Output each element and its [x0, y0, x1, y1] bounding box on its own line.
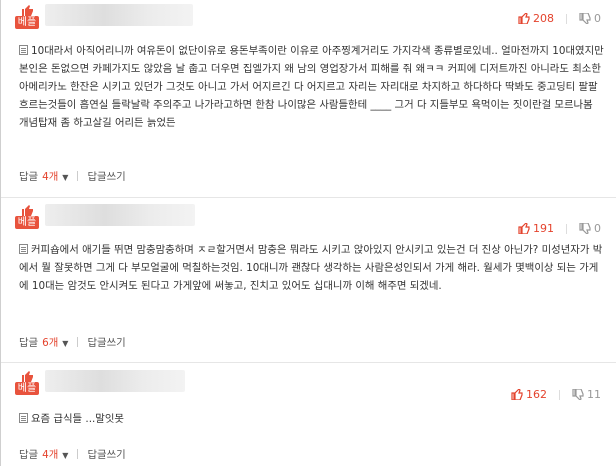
thumbs-down-icon — [579, 13, 591, 24]
reply-separator — [77, 448, 79, 459]
vote-buttons: 208 0 — [518, 12, 601, 25]
upvote-button[interactable]: 191 — [518, 222, 554, 235]
reply-write-button[interactable]: 답글쓰기 — [87, 168, 125, 183]
upvote-button[interactable]: 208 — [518, 12, 554, 25]
reply-bar: 답글 4개 ▼ 답글쓰기 — [19, 168, 126, 183]
vote-buttons: 191 0 — [518, 222, 601, 235]
comment-text: 커피숍에서 애기들 뛰면 맘충맘충하며 ㅈㄹ할거면서 맘충은 뭐라도 시키고 앉… — [19, 244, 603, 292]
reply-toggle[interactable]: 답글 4개 ▼ — [19, 168, 68, 183]
thumbs-down-icon — [572, 389, 584, 400]
reply-toggle[interactable]: 답글 6개 ▼ — [19, 334, 68, 349]
username-blurred — [45, 4, 193, 26]
document-icon — [19, 413, 28, 423]
reply-bar: 답글 6개 ▼ 답글쓰기 — [19, 334, 126, 349]
comment-text: 요즘 급식들 ...말잇못 — [31, 413, 124, 425]
best-tag: 베플 — [15, 16, 39, 29]
thumbs-up-badge-icon — [22, 205, 33, 216]
reply-write-button[interactable]: 답글쓰기 — [87, 334, 125, 349]
reply-label: 답글 — [19, 171, 39, 183]
comment-item: 베플 191 0 커피숍에서 애기들 뛰면 맘충맘충하며 ㅈㄹ할거면서 맘충은 … — [1, 200, 616, 349]
downvote-button[interactable]: 0 — [579, 12, 601, 25]
caret-down-icon: ▼ — [62, 339, 69, 348]
reply-separator — [77, 170, 79, 181]
thumbs-up-icon — [518, 223, 530, 234]
document-icon — [19, 244, 28, 254]
reply-write-button[interactable]: 답글쓰기 — [87, 446, 125, 461]
comment-text: 10대라서 아직어리니까 여유돈이 없단이유로 용돈부족이란 이유로 아주찡계거… — [19, 45, 604, 129]
reply-bar: 답글 4개 ▼ 답글쓰기 — [19, 446, 126, 461]
username-blurred — [45, 204, 195, 226]
vote-separator — [566, 223, 567, 234]
comment-divider — [1, 197, 616, 198]
thumbs-up-icon — [518, 13, 530, 24]
best-badge: 베플 — [15, 370, 39, 395]
upvote-count: 162 — [526, 388, 547, 401]
downvote-count: 0 — [594, 12, 601, 25]
upvote-count: 208 — [533, 12, 554, 25]
reply-separator — [77, 336, 79, 347]
downvote-count: 11 — [587, 388, 601, 401]
reply-count: 6개 — [42, 337, 59, 349]
comment-header: 베플 208 0 — [1, 0, 616, 34]
comment-body: 10대라서 아직어리니까 여유돈이 없단이유로 용돈부족이란 이유로 아주찡계거… — [19, 42, 604, 132]
best-badge: 베플 — [15, 4, 39, 29]
vote-separator — [559, 389, 560, 400]
username-blurred — [45, 370, 185, 392]
comment-body: 커피숍에서 애기들 뛰면 맘충맘충하며 ㅈㄹ할거면서 맘충은 뭐라도 시키고 앉… — [19, 241, 604, 295]
vote-buttons: 162 11 — [511, 388, 601, 401]
comment-header: 베플 162 11 — [1, 366, 616, 401]
reply-label: 답글 — [19, 337, 39, 349]
best-badge: 베플 — [15, 204, 39, 229]
caret-down-icon: ▼ — [62, 451, 69, 460]
thumbs-up-badge-icon — [22, 371, 33, 382]
upvote-count: 191 — [533, 222, 554, 235]
comment-list: 베플 208 0 10대라서 아직어리니까 여유돈이 없단이유로 용돈부족이란 … — [0, 0, 616, 466]
downvote-button[interactable]: 0 — [579, 222, 601, 235]
comment-item: 베플 162 11 요즘 급식들 ...말잇못 답글 4개 ▼ 답글쓰기 — [1, 366, 616, 461]
thumbs-down-icon — [579, 223, 591, 234]
upvote-button[interactable]: 162 — [511, 388, 547, 401]
comment-item: 베플 208 0 10대라서 아직어리니까 여유돈이 없단이유로 용돈부족이란 … — [1, 0, 616, 183]
comment-divider — [1, 362, 616, 363]
comment-header: 베플 191 0 — [1, 200, 616, 235]
vote-separator — [566, 13, 567, 24]
reply-toggle[interactable]: 답글 4개 ▼ — [19, 446, 68, 461]
thumbs-up-badge-icon — [22, 5, 33, 16]
document-icon — [19, 45, 28, 55]
downvote-count: 0 — [594, 222, 601, 235]
reply-count: 4개 — [42, 171, 59, 183]
reply-count: 4개 — [42, 449, 59, 461]
comment-body: 요즘 급식들 ...말잇못 — [19, 410, 604, 428]
thumbs-up-icon — [511, 389, 523, 400]
downvote-button[interactable]: 11 — [572, 388, 601, 401]
best-tag: 베플 — [15, 216, 39, 229]
best-tag: 베플 — [15, 382, 39, 395]
reply-label: 답글 — [19, 449, 39, 461]
caret-down-icon: ▼ — [62, 173, 69, 182]
